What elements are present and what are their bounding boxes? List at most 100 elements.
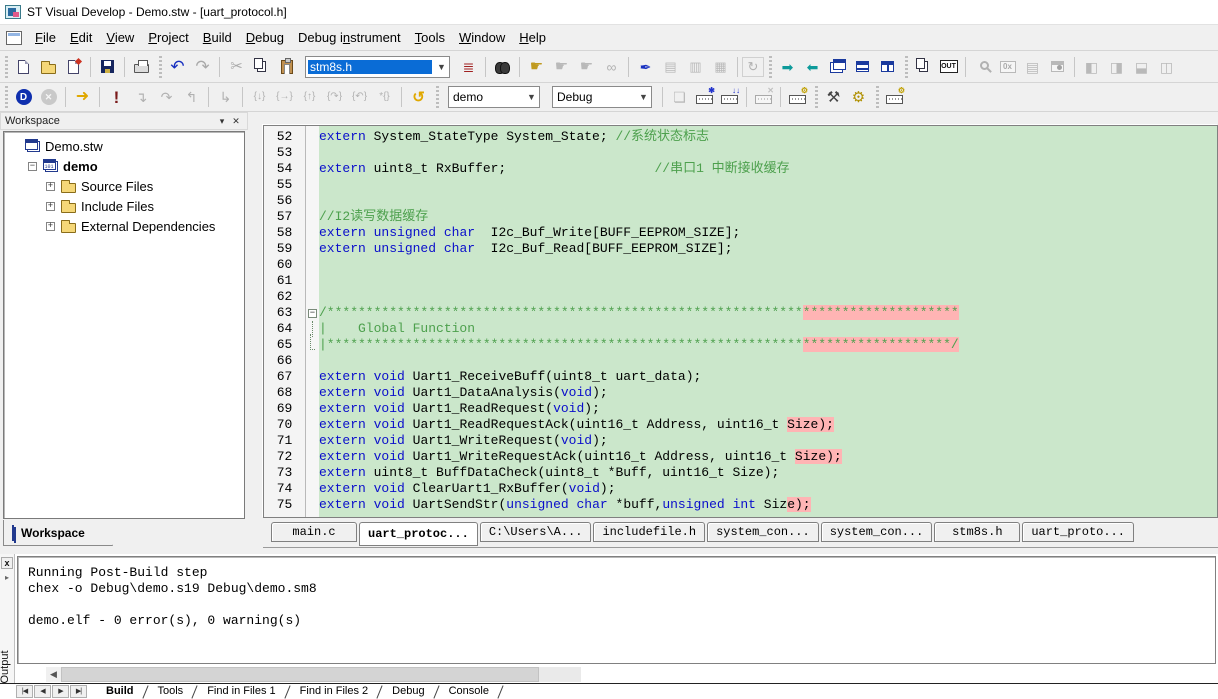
vertical-splitter[interactable] (248, 112, 263, 554)
workspace-menu-button[interactable]: ▾ (215, 115, 229, 128)
menu-file[interactable]: File (28, 27, 63, 48)
tree-item-external-dependencies[interactable]: + External Dependencies (4, 216, 244, 236)
chevron-down-icon[interactable]: ▼ (434, 62, 449, 72)
menu-help[interactable]: Help (512, 27, 553, 48)
chevron-down-icon[interactable]: ▼ (524, 92, 539, 102)
workspace-tab[interactable]: Workspace (3, 520, 113, 546)
code-fold-margin[interactable]: − (306, 126, 319, 517)
build-settings-icon[interactable]: ⚒ (821, 85, 846, 109)
tile-horizontal-icon[interactable] (850, 55, 875, 79)
chevron-down-icon[interactable]: ▼ (636, 92, 651, 102)
debug-start-icon[interactable]: D (11, 85, 36, 109)
compile-icon[interactable]: ✱ (692, 85, 717, 109)
output-tab-find-in-files-2[interactable]: Find in Files 2 (288, 684, 380, 699)
file-combo[interactable]: stm8s.h ▼ (305, 55, 450, 78)
menu-build[interactable]: Build (196, 27, 239, 48)
last-tab-button[interactable]: ▶| (70, 685, 87, 698)
program-device-icon[interactable]: ⚙ (882, 85, 907, 109)
expand-icon[interactable]: + (46, 181, 55, 191)
open-file-icon[interactable] (36, 55, 61, 79)
editor-tab-c-users-a-[interactable]: C:\Users\A... (479, 522, 592, 542)
menu-view[interactable]: View (99, 27, 141, 48)
config-combo[interactable]: Debug ▼ (552, 86, 652, 108)
continue-icon[interactable]: ➜ (70, 85, 95, 109)
menu-project[interactable]: Project (141, 27, 195, 48)
line-number-gutter[interactable]: 52 53 54 55 56 57 58 59 60 61 62 63 64 65 66 67 68 69 70 71… (264, 126, 306, 517)
toolbar-drag-handle[interactable] (159, 55, 162, 78)
tile-vertical-icon[interactable] (875, 55, 900, 79)
prev-tab-button[interactable]: ◀ (34, 685, 51, 698)
pen-icon[interactable]: ✒ (633, 55, 658, 79)
save-workspace-icon[interactable] (61, 55, 86, 79)
scrollbar-thumb[interactable] (61, 667, 540, 682)
editor-tab-includefile-h[interactable]: includefile.h (593, 522, 706, 542)
expand-icon[interactable]: + (46, 221, 55, 231)
editor-tab-uart-proto-[interactable]: uart_proto... (1022, 522, 1134, 542)
toolbar-drag-handle[interactable] (5, 55, 8, 78)
print-icon[interactable] (129, 55, 154, 79)
step-over-icon: ↷ (160, 89, 173, 105)
next-tab-button[interactable]: ▶ (52, 685, 69, 698)
build-output-text[interactable]: Running Post-Build step chex -o Debug\dem… (17, 556, 1216, 664)
copy-page-icon[interactable] (911, 55, 936, 79)
halt-icon[interactable]: ! (104, 85, 129, 109)
line-number: 52 (276, 129, 293, 144)
tree-item-demo-stw[interactable]: Demo.stw (4, 136, 244, 156)
editor-tab-uart-protoc-[interactable]: uart_protoc... (359, 522, 478, 546)
editor-tab-main-c[interactable]: main.c (271, 522, 357, 542)
scrollbar-track[interactable] (61, 667, 581, 682)
undo-icon[interactable]: ↶ (165, 55, 190, 79)
editor-tab-system-con-[interactable]: system_con... (820, 522, 933, 542)
run-settings-icon[interactable]: ⚙ (846, 85, 871, 109)
forward-icon[interactable]: ➡ (775, 55, 800, 79)
find-in-files-icon[interactable] (490, 55, 515, 79)
project-combo[interactable]: demo ▼ (448, 86, 540, 108)
toolbar-drag-handle[interactable] (876, 86, 879, 108)
output-tab-tools[interactable]: Tools (146, 684, 196, 699)
paste-icon[interactable] (274, 55, 299, 79)
tree-item-demo[interactable]: − demo (4, 156, 244, 176)
scroll-left-button[interactable]: ◀ (46, 667, 61, 682)
copy-icon[interactable] (249, 55, 274, 79)
new-file-icon[interactable] (11, 55, 36, 79)
restart-icon[interactable]: ↺ (406, 85, 431, 109)
step-out-icon: ↰ (185, 89, 198, 105)
toolbar-drag-handle[interactable] (905, 55, 908, 78)
collapse-icon[interactable]: − (28, 161, 37, 171)
output-tab-find-in-files-1[interactable]: Find in Files 1 (195, 684, 287, 699)
menu-debug[interactable]: Debug (239, 27, 291, 48)
toolbar-drag-handle[interactable] (769, 55, 772, 78)
build-icon[interactable]: ↓↓ (717, 85, 742, 109)
output-tab-console[interactable]: Console (437, 684, 501, 699)
child-window-icon[interactable] (6, 30, 22, 45)
menu-debug-instrument[interactable]: Debug instrument (291, 27, 408, 48)
output-tab-build[interactable]: Build (94, 684, 146, 699)
output-tab-debug[interactable]: Debug (380, 684, 436, 699)
menu-edit[interactable]: Edit (63, 27, 99, 48)
back-icon[interactable]: ⬅ (800, 55, 825, 79)
output-expand-button[interactable]: ▸ (1, 572, 13, 584)
goto-line-icon[interactable]: ≣ (456, 55, 481, 79)
cascade-windows-icon[interactable] (825, 55, 850, 79)
workspace-tree[interactable]: Demo.stw− demo + Source Files + Include Files… (3, 131, 245, 519)
output-close-button[interactable]: x (1, 557, 13, 569)
toolbar-drag-handle[interactable] (436, 86, 439, 108)
tree-item-source-files[interactable]: + Source Files (4, 176, 244, 196)
save-icon[interactable] (95, 55, 120, 79)
editor-tab-stm8s-h[interactable]: stm8s.h (934, 522, 1021, 542)
fold-collapse-icon[interactable]: − (306, 305, 319, 321)
first-tab-button[interactable]: |◀ (16, 685, 33, 698)
menu-window[interactable]: Window (452, 27, 512, 48)
workspace-close-button[interactable]: ✕ (229, 115, 243, 128)
toolbar-drag-handle[interactable] (815, 86, 818, 108)
editor-tab-system-con-[interactable]: system_con... (707, 522, 819, 542)
menu-tools[interactable]: Tools (408, 27, 452, 48)
rebuild-all-icon[interactable]: ⚙ (785, 85, 810, 109)
toolbar-drag-handle[interactable] (5, 86, 8, 108)
tree-item-include-files[interactable]: + Include Files (4, 196, 244, 216)
output-window-icon[interactable]: out (936, 55, 961, 79)
hand-icon[interactable]: ☛ (524, 55, 549, 79)
expand-icon[interactable]: + (46, 201, 55, 211)
code-text-area[interactable]: extern System_StateType System_State; //… (319, 126, 1217, 517)
output-horizontal-scrollbar[interactable]: ◀ (46, 667, 581, 682)
